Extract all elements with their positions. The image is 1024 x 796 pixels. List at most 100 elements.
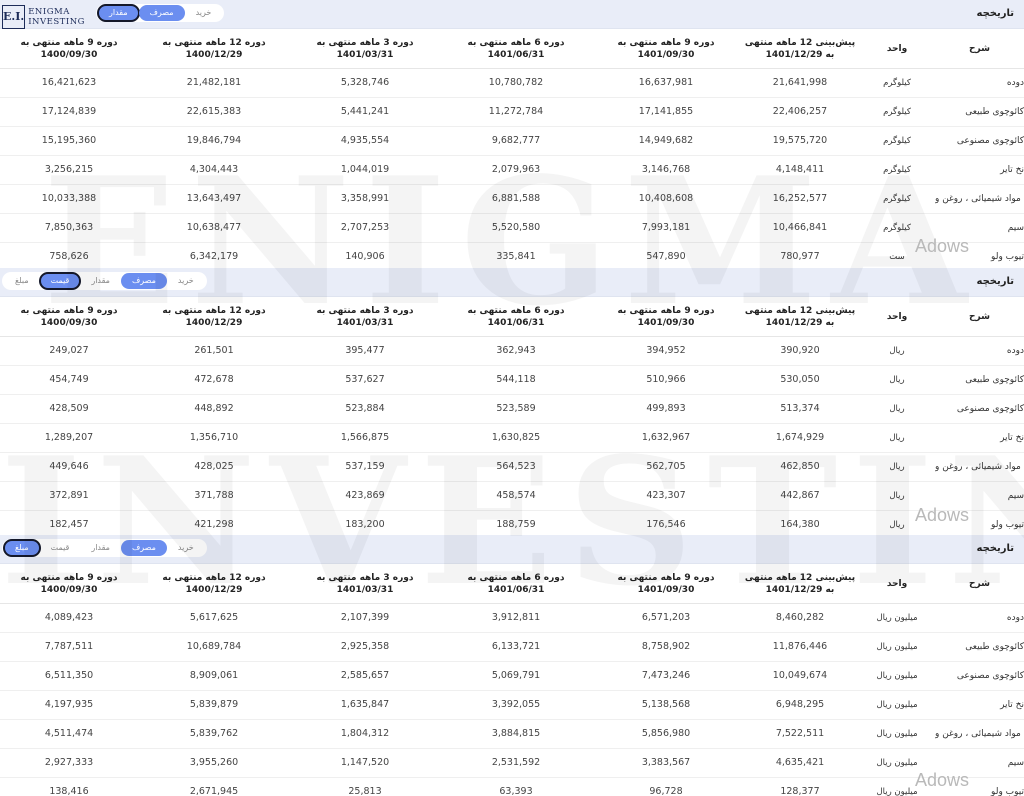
cell-6m-1401: 3,912,811 bbox=[491, 612, 541, 623]
table-row: دوده کیلوگرم 21,641,998 16,637,981 10,780,78… bbox=[0, 69, 1024, 98]
table-row: سیم ریال 442,867 423,307 458,574 423,869 371,7… bbox=[0, 482, 1024, 511]
table-row: کائوچوی مصنوعی کیلوگرم 19,575,720 14,949,68… bbox=[0, 127, 1024, 156]
col-9m-1401: دوره 9 ماهه منتهی به 1401/09/30 bbox=[617, 305, 715, 328]
col-9m-1401: دوره 9 ماهه منتهی به 1401/09/30 bbox=[617, 572, 715, 595]
cell-forecast-12m: 128,377 bbox=[780, 786, 820, 796]
panel-header: تاریخچه خرید مصرف مقدار قیمت مبلغ bbox=[0, 268, 1024, 297]
tab-switcher: خرید مصرف مقدار قیمت مبلغ bbox=[2, 272, 207, 290]
cell-6m-1401: 458,574 bbox=[496, 490, 536, 501]
cell-9m-1400: 454,749 bbox=[49, 374, 89, 385]
tab-consumption[interactable]: مصرف bbox=[120, 540, 167, 556]
cell-12m-1400: 371,788 bbox=[194, 490, 234, 501]
col-3m-1401: دوره 3 ماهه منتهی به 1401/03/31 bbox=[316, 572, 414, 595]
tab-amount[interactable]: مبلغ bbox=[3, 539, 41, 557]
table-row: مواد شیمیائی ، روغن و ... میلیون ریال 7,52… bbox=[0, 720, 1024, 749]
cell-6m-1401: 6,881,588 bbox=[491, 193, 541, 204]
cell-description: مواد شیمیائی ، روغن و ... bbox=[935, 462, 1024, 472]
cell-9m-1400: 182,457 bbox=[49, 519, 89, 530]
tab-quantity[interactable]: مقدار bbox=[97, 4, 140, 22]
panel-amount: تاریخچه خرید مصرف مقدار قیمت مبلغ شرح وا… bbox=[0, 535, 1024, 796]
cell-description: تیوب ولو bbox=[991, 787, 1024, 796]
col-9m-1400: دوره 9 ماهه منتهی به 1400/09/30 bbox=[20, 37, 118, 60]
cell-9m-1400: 4,511,474 bbox=[44, 728, 94, 739]
cell-3m-1401: 1,804,312 bbox=[340, 728, 390, 739]
tab-switcher: خرید مصرف مقدار bbox=[96, 4, 225, 22]
cell-forecast-12m: 19,575,720 bbox=[772, 135, 828, 146]
cell-forecast-12m: 513,374 bbox=[780, 403, 820, 414]
tab-price[interactable]: قیمت bbox=[38, 272, 82, 290]
col-forecast-12m: پیش‌بینی 12 ماهه منتهی به 1401/12/29 bbox=[744, 305, 856, 328]
table-row: تیوب ولو میلیون ریال 128,377 96,728 63,393 25… bbox=[0, 778, 1024, 796]
logo-text: ENIGMA INVESTING bbox=[28, 7, 85, 27]
cell-description: نخ تایر bbox=[1000, 433, 1024, 443]
cell-12m-1400: 5,839,879 bbox=[189, 699, 239, 710]
cell-6m-1401: 2,079,963 bbox=[491, 164, 541, 175]
cell-description: نخ تایر bbox=[1000, 165, 1024, 175]
table-row: دوده ریال 390,920 394,952 362,943 395,477 261,… bbox=[0, 337, 1024, 366]
cell-9m-1401: 3,146,768 bbox=[641, 164, 691, 175]
tab-amount[interactable]: مبلغ bbox=[4, 273, 40, 289]
cell-unit: کیلوگرم bbox=[883, 223, 911, 233]
cell-description: تیوب ولو bbox=[991, 520, 1024, 530]
cell-3m-1401: 1,566,875 bbox=[340, 432, 390, 443]
cell-3m-1401: 5,328,746 bbox=[340, 77, 390, 88]
cell-3m-1401: 395,477 bbox=[345, 345, 385, 356]
col-3m-1401: دوره 3 ماهه منتهی به 1401/03/31 bbox=[316, 305, 414, 328]
cell-unit: ریال bbox=[889, 433, 905, 443]
cell-9m-1401: 10,408,608 bbox=[638, 193, 694, 204]
col-9m-1401: دوره 9 ماهه منتهی به 1401/09/30 bbox=[617, 37, 715, 60]
cell-forecast-12m: 390,920 bbox=[780, 345, 820, 356]
table-row: نخ تایر ریال 1,674,929 1,632,967 1,630,825 1,… bbox=[0, 424, 1024, 453]
cell-unit: ریال bbox=[889, 375, 905, 385]
cell-forecast-12m: 6,948,295 bbox=[775, 699, 825, 710]
table-row: سیم کیلوگرم 10,466,841 7,993,181 5,520,580 2,… bbox=[0, 214, 1024, 243]
cell-9m-1401: 5,138,568 bbox=[641, 699, 691, 710]
cell-9m-1400: 16,421,623 bbox=[41, 77, 97, 88]
tab-purchase[interactable]: خرید bbox=[167, 273, 205, 289]
cell-6m-1401: 544,118 bbox=[496, 374, 536, 385]
table-row: کائوچوی مصنوعی ریال 513,374 499,893 523,589 5… bbox=[0, 395, 1024, 424]
cell-unit: میلیون ریال bbox=[876, 700, 918, 710]
table-row: سیم میلیون ریال 4,635,421 3,383,567 2,531,59… bbox=[0, 749, 1024, 778]
cell-9m-1400: 2,927,333 bbox=[44, 757, 94, 768]
tab-quantity[interactable]: مقدار bbox=[80, 540, 121, 556]
col-12m-1400: دوره 12 ماهه منتهی به 1400/12/29 bbox=[162, 572, 266, 595]
cell-6m-1401: 523,589 bbox=[496, 403, 536, 414]
cell-6m-1401: 3,392,055 bbox=[491, 699, 541, 710]
cell-forecast-12m: 780,977 bbox=[780, 251, 820, 262]
cell-9m-1401: 176,546 bbox=[646, 519, 686, 530]
tab-quantity[interactable]: مقدار bbox=[80, 273, 121, 289]
col-unit: واحد bbox=[886, 43, 908, 54]
panel-header: تاریخچه خرید مصرف مقدار bbox=[0, 0, 1024, 29]
cell-6m-1401: 10,780,782 bbox=[488, 77, 544, 88]
cell-unit: کیلوگرم bbox=[883, 165, 911, 175]
tab-consumption[interactable]: مصرف bbox=[138, 5, 185, 21]
cell-9m-1400: 4,089,423 bbox=[44, 612, 94, 623]
panel-header: تاریخچه خرید مصرف مقدار قیمت مبلغ bbox=[0, 535, 1024, 564]
cell-6m-1401: 1,630,825 bbox=[491, 432, 541, 443]
cell-unit: کیلوگرم bbox=[883, 107, 911, 117]
cell-12m-1400: 13,643,497 bbox=[186, 193, 242, 204]
tab-price[interactable]: قیمت bbox=[40, 540, 81, 556]
col-6m-1401: دوره 6 ماهه منتهی به 1401/06/31 bbox=[467, 305, 565, 328]
cell-forecast-12m: 4,635,421 bbox=[775, 757, 825, 768]
cell-9m-1401: 394,952 bbox=[646, 345, 686, 356]
tab-consumption[interactable]: مصرف bbox=[120, 273, 167, 289]
cell-3m-1401: 1,147,520 bbox=[340, 757, 390, 768]
table-header: شرح واحد پیش‌بینی 12 ماهه منتهی به 1401/… bbox=[0, 564, 1024, 604]
cell-unit: ریال bbox=[889, 404, 905, 414]
cell-description: سیم bbox=[1007, 758, 1024, 768]
cell-9m-1401: 16,637,981 bbox=[638, 77, 694, 88]
cell-6m-1401: 564,523 bbox=[496, 461, 536, 472]
cell-forecast-12m: 22,406,257 bbox=[772, 106, 828, 117]
tab-purchase[interactable]: خرید bbox=[167, 540, 205, 556]
tab-purchase[interactable]: خرید bbox=[185, 5, 223, 21]
cell-unit: ریال bbox=[889, 491, 905, 501]
cell-9m-1401: 5,856,980 bbox=[641, 728, 691, 739]
cell-9m-1401: 510,966 bbox=[646, 374, 686, 385]
cell-9m-1400: 449,646 bbox=[49, 461, 89, 472]
panel-quantity: تاریخچه خرید مصرف مقدار شرح واحد پیش‌بین… bbox=[0, 0, 1024, 264]
cell-12m-1400: 2,671,945 bbox=[189, 786, 239, 796]
cell-forecast-12m: 10,049,674 bbox=[772, 670, 828, 681]
cell-9m-1401: 6,571,203 bbox=[641, 612, 691, 623]
